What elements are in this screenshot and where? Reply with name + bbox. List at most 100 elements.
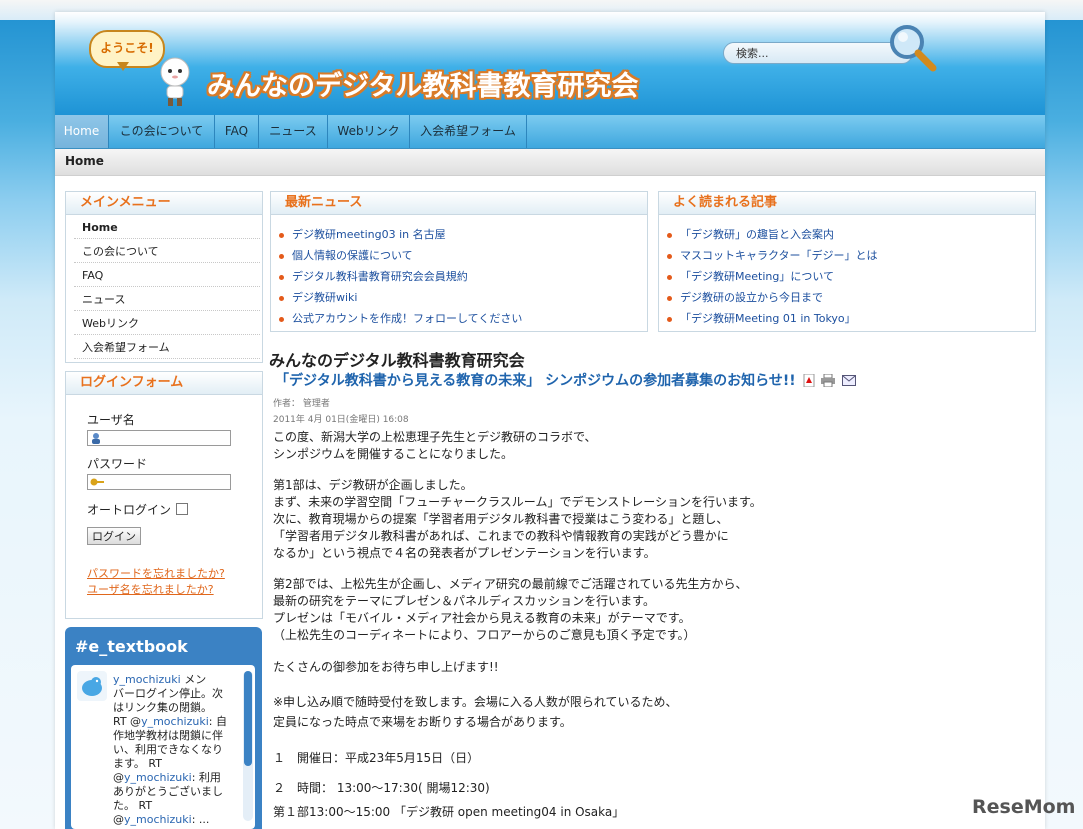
tweet-mention-link[interactable]: y_mochizuki — [141, 715, 209, 728]
tweet-mention-link[interactable]: y_mochizuki — [124, 813, 192, 826]
tweet-mention-link[interactable]: y_mochizuki — [124, 771, 192, 784]
bullet-icon — [667, 232, 672, 238]
popular-item-label[interactable]: 「デジ教研Meeting」について — [680, 270, 834, 283]
tweet-text-line: メン — [184, 673, 207, 686]
tweet-text: y_mochizuki メン バーログイン停止。次 はリンク集の閉鎖。 RT @… — [113, 673, 227, 826]
tweet-text-line: @ — [113, 771, 124, 784]
nav-news[interactable]: ニュース — [259, 115, 328, 148]
news-item-label[interactable]: デジ教研wiki — [292, 291, 357, 304]
news-item-label[interactable]: 公式アカウントを作成！フォローしてください — [292, 312, 522, 325]
article-line: なるか」という視点で４名の発表者がプレゼンテーションを行います。 — [273, 546, 656, 560]
article-line: 定員になった時点で来場をお断りする場合があります。 — [273, 715, 572, 729]
forgot-username-link[interactable]: ユーザ名を忘れましたか? — [87, 581, 214, 597]
bullet-icon — [279, 295, 284, 301]
popular-item[interactable]: 「デジ教研」の趣旨と入会案内 — [667, 226, 834, 247]
news-item[interactable]: デジタル教科書教育研究会会員規約 — [279, 268, 468, 289]
email-icon[interactable] — [842, 375, 857, 386]
bullet-icon — [279, 232, 284, 238]
article-line: 第1部は、デジ教研が企画しました。 — [273, 478, 473, 492]
breadcrumb: Home — [55, 149, 1045, 176]
article-line: この度、新潟大学の上松恵理子先生とデジ教研のコラボで、 — [273, 430, 597, 444]
bullet-icon — [667, 253, 672, 259]
article-line: プレゼンは「モバイル・メディア社会から見える教育の未来」がテーマです。 — [273, 611, 691, 625]
article-site-name: みんなのデジタル教科書教育研究会 — [269, 351, 525, 370]
popular-item-label[interactable]: 「デジ教研Meeting 01 in Tokyo」 — [680, 312, 856, 325]
main-nav: Home この会について FAQ ニュース Webリンク 入会希望フォーム — [55, 115, 1045, 149]
article-line: たくさんの御参加をお待ち申し上げます!! — [273, 660, 499, 674]
popular-item[interactable]: マスコットキャラクター「デジー」とは — [667, 247, 878, 268]
menu-item-home[interactable]: Home — [74, 216, 260, 239]
print-icon[interactable] — [821, 373, 836, 388]
article-paragraph: １ 開催日：平成23年5月15日（日） — [273, 750, 479, 767]
resemom-watermark: ReseMom — [972, 796, 1076, 818]
bullet-icon — [279, 274, 284, 280]
article-line: まず、未来の学習空間「フューチャークラスルーム」でデモンストレーションを行います… — [273, 495, 762, 509]
menu-item-weblinks[interactable]: Webリンク — [74, 312, 260, 335]
bullet-icon — [279, 316, 284, 322]
password-field[interactable] — [87, 474, 231, 490]
twitter-scrollbar[interactable] — [243, 671, 253, 821]
nav-about[interactable]: この会について — [109, 115, 215, 148]
login-button[interactable]: ログイン — [87, 527, 141, 545]
username-label: ユーザ名 — [87, 413, 135, 427]
news-item-label[interactable]: デジ教研meeting03 in 名古屋 — [292, 228, 446, 241]
tweet-text-line: はリンク集の閉鎖。 — [113, 701, 212, 714]
username-field[interactable] — [87, 430, 231, 446]
nav-faq[interactable]: FAQ — [215, 115, 259, 148]
tweet-text-line: バーログイン停止。次 — [113, 687, 223, 700]
article-author: 作者： 管理者 — [273, 399, 330, 409]
autologin-checkbox[interactable] — [176, 503, 188, 515]
tweet-user-link[interactable]: y_mochizuki — [113, 673, 181, 686]
article-line: シンポジウムを開催することになりました。 — [273, 447, 514, 461]
news-item-label[interactable]: 個人情報の保護について — [292, 249, 413, 262]
popular-articles-title: よく読まれる記事 — [659, 192, 1035, 215]
tweet-text-line: : ... — [191, 813, 210, 826]
news-item-label[interactable]: デジタル教科書教育研究会会員規約 — [292, 270, 468, 283]
forgot-password-link[interactable]: パスワードを忘れましたか? — [87, 565, 225, 581]
main-menu-panel: メインメニュー Home この会について FAQ ニュース Webリンク 入会希… — [65, 191, 263, 363]
pdf-icon[interactable] — [803, 373, 815, 388]
search-input[interactable]: 検索... — [723, 42, 913, 64]
tweet-text-line: た。 RT — [113, 799, 153, 812]
article-paragraph: 第1部は、デジ教研が企画しました。 まず、未来の学習空間「フューチャークラスルー… — [273, 477, 762, 562]
popular-item[interactable]: 「デジ教研Meeting 01 in Tokyo」 — [667, 310, 856, 331]
article-paragraph: 第2部では、上松先生が企画し、メディア研究の最前線でご活躍されている先生方から、… — [273, 576, 747, 644]
popular-item[interactable]: デジ教研の設立から今日まで — [667, 289, 823, 310]
bullet-icon — [279, 253, 284, 259]
article-date: 2011年 4月 01日(金曜日) 16:08 — [273, 415, 409, 425]
news-item[interactable]: 個人情報の保護について — [279, 247, 413, 268]
news-item[interactable]: デジ教研meeting03 in 名古屋 — [279, 226, 446, 247]
news-item[interactable]: 公式アカウントを作成！フォローしてください — [279, 310, 522, 331]
popular-item[interactable]: 「デジ教研Meeting」について — [667, 268, 834, 289]
twitter-scrollbar-thumb[interactable] — [244, 671, 252, 766]
nav-join-form[interactable]: 入会希望フォーム — [410, 115, 527, 148]
popular-item-label[interactable]: デジ教研の設立から今日まで — [680, 291, 823, 304]
article-title[interactable]: 「デジタル教科書から見える教育の未来」 シンポジウムの参加者募集のお知らせ!! — [275, 370, 857, 390]
menu-item-news[interactable]: ニュース — [74, 288, 260, 311]
tweet-text-line: @ — [113, 813, 124, 826]
menu-item-about[interactable]: この会について — [74, 240, 260, 263]
welcome-bubble-tail — [117, 62, 129, 71]
user-icon — [92, 433, 100, 444]
popular-item-label[interactable]: マスコットキャラクター「デジー」とは — [680, 249, 878, 262]
article-line: １ 開催日：平成23年5月15日（日） — [273, 751, 480, 765]
tweet-text-line: ます。 RT — [113, 757, 162, 770]
article-title-text[interactable]: 「デジタル教科書から見える教育の未来」 シンポジウムの参加者募集のお知らせ!! — [275, 373, 796, 389]
menu-item-faq[interactable]: FAQ — [74, 264, 260, 287]
article-line: ※申し込み順で随時受付を致します。会場に入る人数が限られているため、 — [273, 695, 678, 709]
nav-weblinks[interactable]: Webリンク — [328, 115, 410, 148]
bullet-icon — [667, 274, 672, 280]
nav-home[interactable]: Home — [55, 115, 109, 148]
popular-item-label[interactable]: 「デジ教研」の趣旨と入会案内 — [680, 228, 834, 241]
login-title: ログインフォーム — [66, 372, 262, 395]
search-icon[interactable] — [887, 22, 939, 74]
breadcrumb-home[interactable]: Home — [65, 154, 104, 168]
tweet-text-line: 自 — [215, 715, 227, 728]
menu-item-join-form[interactable]: 入会希望フォーム — [74, 336, 260, 359]
article-line: （上松先生のコーディネートにより、フロアーからのご意見も頂く予定です。） — [273, 628, 696, 642]
news-item[interactable]: デジ教研wiki — [279, 289, 357, 310]
article-paragraph: 第１部13:00〜15:00 「デジ教研 open meeting04 in O… — [273, 804, 624, 821]
article-line: ２ 時間： 13:00〜17:30( 開場12:30) — [273, 781, 490, 795]
latest-news-title: 最新ニュース — [271, 192, 647, 215]
article-paragraph: ※申し込み順で随時受付を致します。会場に入る人数が限られているため、 定員になっ… — [273, 692, 678, 732]
